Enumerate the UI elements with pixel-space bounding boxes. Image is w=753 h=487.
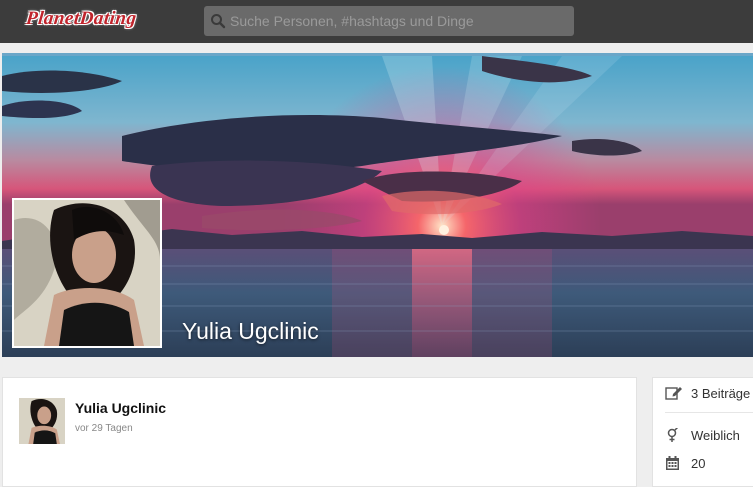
info-posts-label: 3 Beiträge [691,386,751,401]
info-age-label: 20 [691,456,706,471]
profile-photo [14,200,160,346]
profile-name: Yulia Ugclinic [182,318,319,344]
search-icon [211,14,226,29]
post-author-name[interactable]: Yulia Ugclinic [75,400,166,416]
edit-icon [665,387,682,400]
post-card: Yulia Ugclinic vor 29 Tagen [2,377,637,487]
search-input[interactable] [230,6,566,36]
post-timestamp: vor 29 Tagen [75,423,133,434]
calendar-icon [666,456,679,470]
post-author-avatar[interactable] [19,398,65,444]
info-posts[interactable]: 3 Beiträge [665,386,750,401]
post-author-photo [19,398,65,444]
site-logo[interactable]: PlanetDating [25,8,138,30]
info-age: 20 [665,456,705,471]
cover-photo: Yulia Ugclinic [2,53,753,357]
info-gender-label: Weiblich [691,428,740,443]
search-box [204,6,574,36]
info-gender: Weiblich [665,428,740,443]
info-divider [665,412,753,413]
gender-icon [667,428,679,442]
profile-avatar[interactable] [12,198,162,348]
profile-info-card: 3 Beiträge Weiblich 20 [652,377,753,487]
top-navigation-bar: PlanetDating [0,0,753,43]
